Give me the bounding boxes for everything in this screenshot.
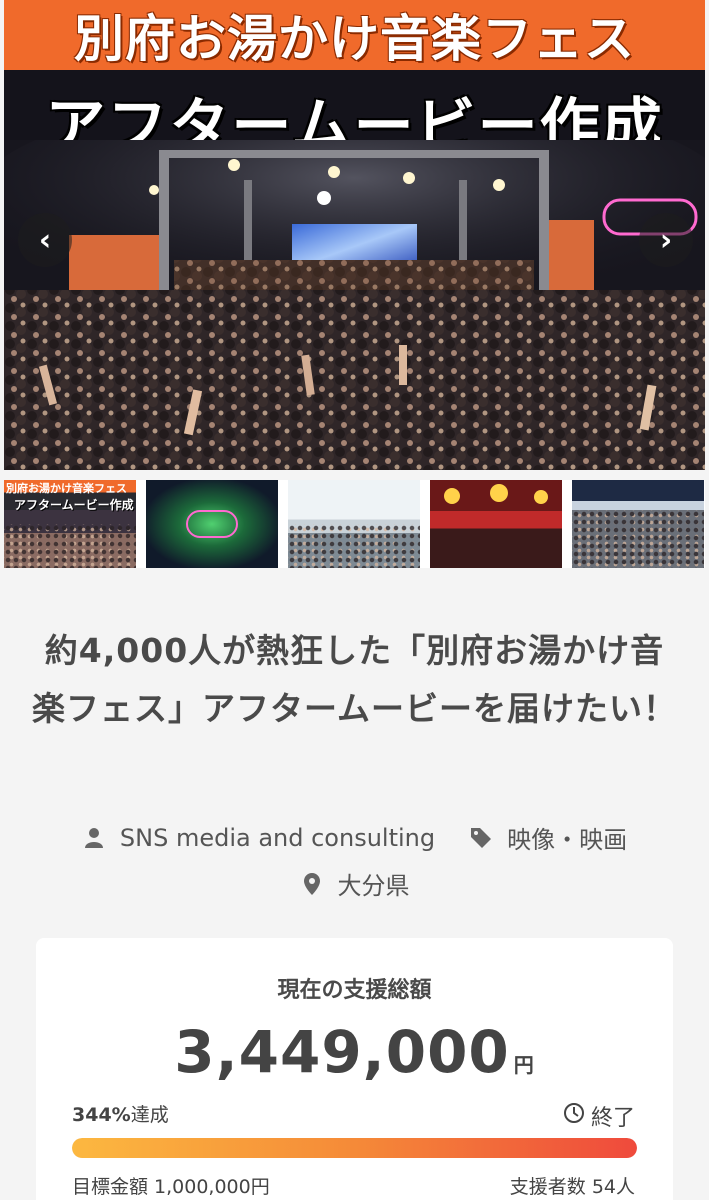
- clock-icon: [563, 1102, 585, 1130]
- project-owner[interactable]: SNS media and consulting: [82, 824, 435, 852]
- concert-scene: [4, 140, 705, 470]
- stage-light: [444, 488, 460, 504]
- hero-image: 別府お湯かけ音楽フェス アフタームービー作成 ‹ ›: [4, 0, 705, 470]
- backer-count: 支援者数 54人: [509, 1176, 635, 1198]
- progress-bar: [72, 1138, 637, 1158]
- thumbnail-crowd: [4, 524, 136, 568]
- thumbnail-1-caption-2: アフタームービー作成: [14, 498, 134, 512]
- stage-light: [490, 484, 508, 502]
- achievement-rate: 344%達成: [72, 1100, 169, 1127]
- festival-logo: [186, 510, 238, 538]
- project-location-row: 大分県: [0, 866, 709, 901]
- chevron-left-icon: ‹: [38, 222, 52, 258]
- thumbnail-crowd: [288, 524, 420, 568]
- stage-light: [534, 490, 548, 504]
- project-title: 約4,000人が熱狂した「別府お湯かけ音楽フェス」アフタームービーを届けたい！: [31, 631, 677, 728]
- thumbnail-crowd: [572, 509, 704, 568]
- map-pin-icon: [300, 872, 324, 896]
- campaign-status: 終了: [563, 1100, 635, 1132]
- project-location[interactable]: 大分県: [300, 866, 410, 901]
- previous-slide-button[interactable]: ‹: [18, 213, 72, 267]
- next-slide-button[interactable]: ›: [639, 213, 693, 267]
- thumbnail-4[interactable]: [430, 480, 562, 568]
- thumbnail-3[interactable]: [288, 480, 420, 568]
- achievement-suffix: 達成: [130, 1104, 169, 1126]
- campaign-status-text: 終了: [590, 1106, 635, 1131]
- goal-amount: 目標金額 1,000,000円: [72, 1176, 270, 1198]
- funding-card: 現在の支援総額 3,449,000 円 344%達成 終了 目標金額 1,000,…: [36, 938, 673, 1200]
- thumbnail-1[interactable]: 別府お湯かけ音楽フェス アフタームービー作成: [4, 480, 136, 568]
- hero-banner: 別府お湯かけ音楽フェス: [4, 0, 705, 70]
- project-category-label: 映像・映画: [507, 826, 628, 854]
- user-icon: [82, 826, 106, 850]
- thumbnail-strip: 別府お湯かけ音楽フェス アフタームービー作成: [4, 480, 705, 568]
- total-support-label: 現在の支援総額: [277, 978, 432, 1003]
- amount-currency: 円: [513, 1053, 535, 1077]
- tag-icon: [469, 826, 493, 850]
- total-support-amount: 3,449,000 円: [36, 1018, 673, 1086]
- project-owner-name: SNS media and consulting: [119, 823, 436, 852]
- achievement-value: 344%: [72, 1104, 131, 1126]
- project-category[interactable]: 映像・映画: [469, 820, 627, 855]
- project-location-label: 大分県: [337, 872, 410, 900]
- progress-bar-fill: [72, 1138, 637, 1158]
- hero-banner-text: 別府お湯かけ音楽フェス: [74, 10, 635, 68]
- thumbnail-5[interactable]: [572, 480, 704, 568]
- thumbnail-2[interactable]: [146, 480, 278, 568]
- chevron-right-icon: ›: [659, 222, 673, 258]
- thumbnail-1-caption: 別府お湯かけ音楽フェス: [6, 482, 127, 495]
- amount-value: 3,449,000: [174, 1018, 510, 1086]
- project-meta: SNS media and consulting 映像・映画: [0, 820, 709, 855]
